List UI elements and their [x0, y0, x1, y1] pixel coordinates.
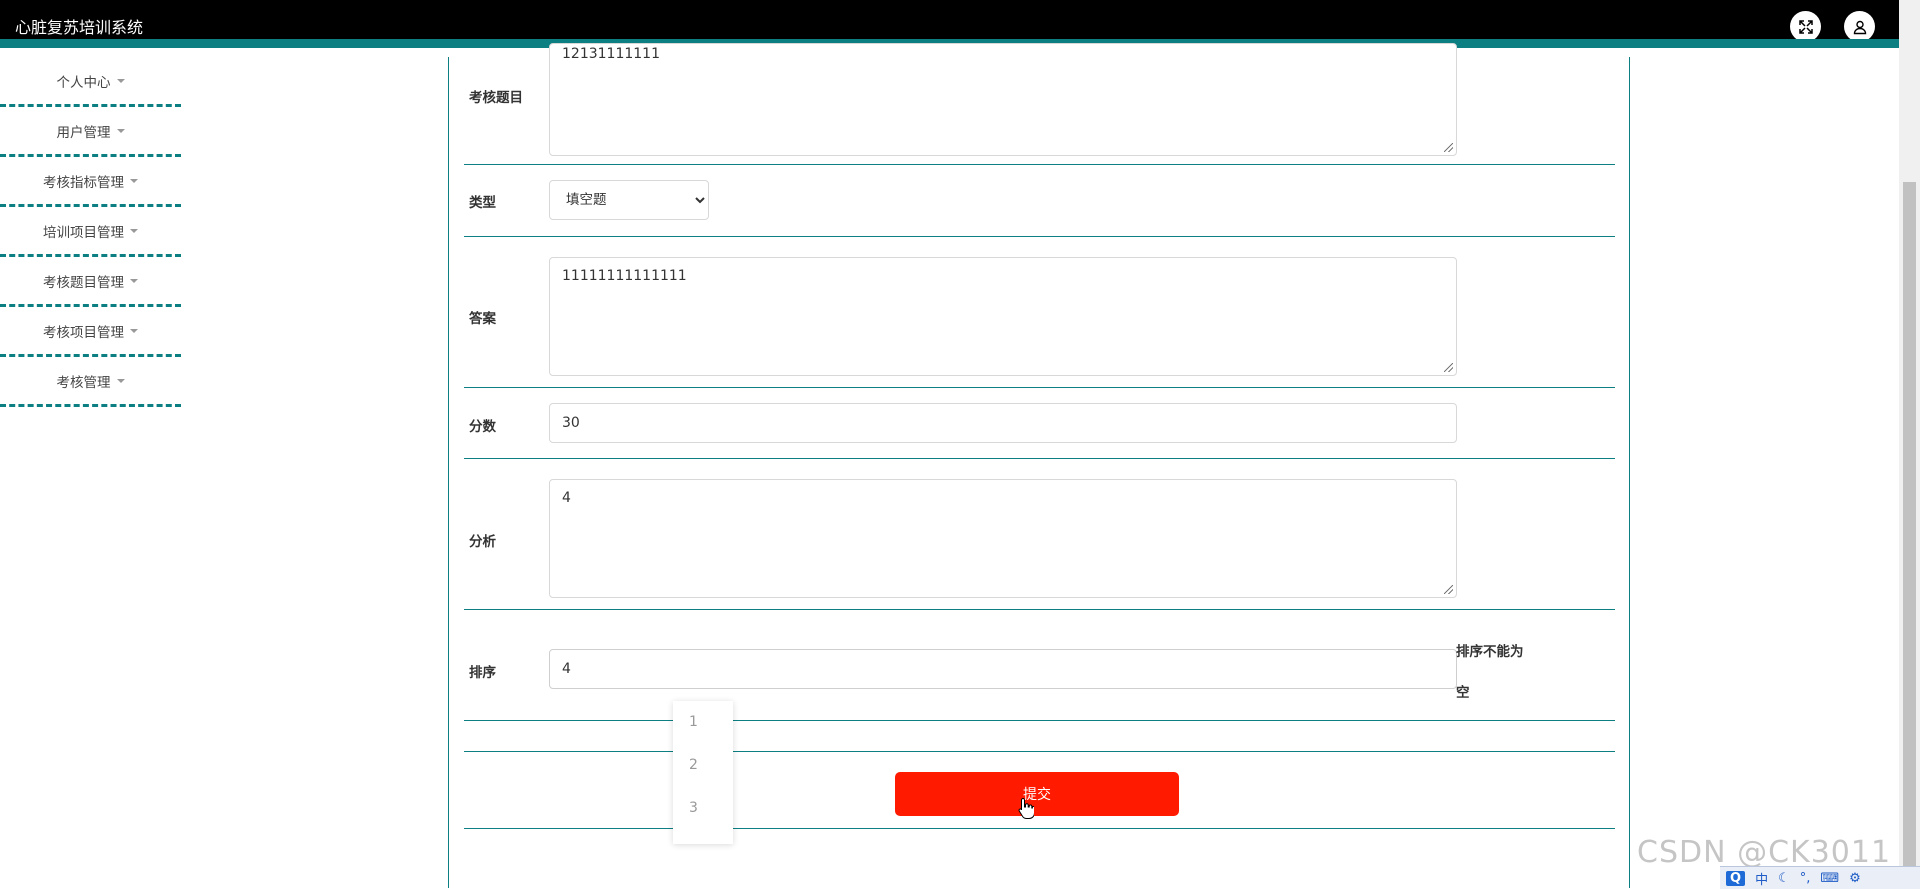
- sidebar-item-label: 考核管理: [56, 374, 111, 391]
- order-label: 排序: [469, 665, 496, 681]
- sidebar-item-training-project-management[interactable]: 培训项目管理: [0, 207, 181, 257]
- sidebar-item-question-management[interactable]: 考核题目管理: [0, 257, 181, 307]
- sidebar-item-label: 考核项目管理: [43, 324, 124, 341]
- form-row-score: 分数: [464, 388, 1615, 459]
- caret-down-icon: [116, 128, 125, 133]
- sidebar-item-label: 考核题目管理: [43, 274, 124, 291]
- form-row-type: 类型 填空题: [464, 165, 1615, 237]
- question-label: 考核题目: [469, 90, 523, 106]
- type-label: 类型: [469, 195, 496, 211]
- question-value: 12131111111: [562, 46, 660, 62]
- caret-down-icon: [130, 178, 138, 183]
- user-icon[interactable]: [1844, 11, 1875, 42]
- sidebar-item-label: 用户管理: [56, 124, 111, 141]
- ime-moon-icon[interactable]: ☾: [1778, 871, 1790, 886]
- resize-handle-icon[interactable]: [1444, 585, 1453, 594]
- ime-keyboard-icon[interactable]: ⌨: [1820, 871, 1839, 886]
- submit-button[interactable]: 提交: [895, 772, 1179, 816]
- autocomplete-option[interactable]: 3: [673, 787, 733, 830]
- answer-value: 11111111111111: [562, 268, 687, 284]
- score-label: 分数: [469, 419, 496, 435]
- app-title: 心脏复苏培训系统: [15, 18, 144, 37]
- order-error-message-line1: 排序不能为: [1456, 644, 1524, 660]
- sidebar-item-exam-project-management[interactable]: 考核项目管理: [0, 307, 181, 357]
- form-row-empty: [464, 721, 1615, 752]
- caret-down-icon: [116, 378, 125, 383]
- caret-down-icon: [130, 328, 138, 333]
- form-panel: 考核题目 12131111111 类型 填空题 答案 1111111111111…: [448, 43, 1630, 888]
- type-select[interactable]: 填空题: [549, 180, 709, 220]
- form-row-analysis: 分析 4: [464, 459, 1615, 610]
- question-textarea[interactable]: 12131111111: [549, 43, 1457, 156]
- form-row-answer: 答案 11111111111111: [464, 237, 1615, 388]
- autocomplete-option[interactable]: 2: [673, 744, 733, 787]
- sidebar-item-indicator-management[interactable]: 考核指标管理: [0, 157, 181, 207]
- sidebar-item-label: 培训项目管理: [43, 224, 124, 241]
- sidebar-item-label: 个人中心: [56, 74, 111, 91]
- answer-textarea[interactable]: 11111111111111: [549, 257, 1457, 376]
- watermark: CSDN @CK3011: [1637, 835, 1892, 870]
- ime-logo-icon: Q: [1726, 870, 1746, 886]
- ime-language-indicator[interactable]: 中: [1755, 869, 1768, 888]
- ime-punctuation-icon[interactable]: °,: [1800, 871, 1811, 886]
- order-input[interactable]: [549, 649, 1457, 689]
- score-input[interactable]: [549, 403, 1457, 443]
- form-row-order: 排序: [464, 610, 1615, 721]
- sidebar-item-exam-management[interactable]: 考核管理: [0, 357, 181, 407]
- answer-label: 答案: [469, 311, 496, 327]
- caret-down-icon: [130, 278, 138, 283]
- hand-cursor-icon: [1018, 797, 1034, 819]
- sidebar-item-label: 考核指标管理: [43, 174, 124, 191]
- caret-down-icon: [130, 228, 138, 233]
- autocomplete-dropdown: 1 2 3: [673, 701, 733, 844]
- scrollbar-thumb[interactable]: [1903, 182, 1916, 888]
- resize-handle-icon[interactable]: [1444, 363, 1453, 372]
- form-row-question: 考核题目 12131111111: [464, 43, 1615, 165]
- sidebar-item-personal-center[interactable]: 个人中心: [0, 57, 181, 107]
- ime-settings-icon[interactable]: ⚙: [1849, 871, 1861, 886]
- top-bar: 心脏复苏培训系统: [0, 0, 1899, 48]
- analysis-textarea[interactable]: 4: [549, 479, 1457, 598]
- order-error-message-line2: 空: [1456, 685, 1470, 701]
- analysis-label: 分析: [469, 534, 496, 550]
- analysis-value: 4: [562, 490, 571, 506]
- resize-handle-icon[interactable]: [1444, 143, 1453, 152]
- fullscreen-icon[interactable]: [1790, 11, 1821, 42]
- caret-down-icon: [116, 78, 125, 83]
- sidebar: 个人中心 用户管理 考核指标管理 培训项目管理 考核题目管理 考核项目管理 考核…: [0, 57, 181, 407]
- ime-toolbar[interactable]: Q 中 ☾ °, ⌨ ⚙: [1720, 866, 1920, 889]
- autocomplete-option[interactable]: 1: [673, 701, 733, 744]
- sidebar-item-user-management[interactable]: 用户管理: [0, 107, 181, 157]
